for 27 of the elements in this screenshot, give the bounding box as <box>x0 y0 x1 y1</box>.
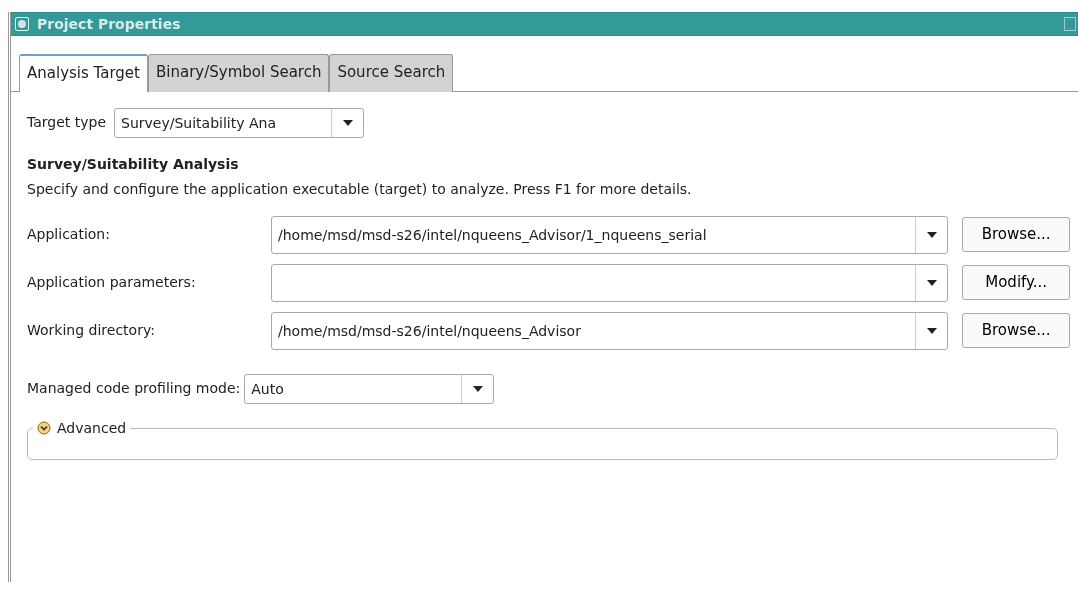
tab[interactable]: Source Search <box>329 54 454 92</box>
target-type-label: Target type <box>27 113 107 132</box>
maximize-icon[interactable] <box>1064 17 1076 31</box>
dropdown-arrow-icon <box>926 231 937 238</box>
window-title: Project Properties <box>37 14 181 34</box>
action-button[interactable]: Browse... <box>962 217 1070 252</box>
tab[interactable]: Binary/Symbol Search <box>148 54 330 92</box>
field-label: Application: <box>27 225 111 244</box>
window-icon <box>15 17 29 31</box>
dropdown-arrow-icon <box>472 385 483 392</box>
target-type-dropdown[interactable]: Survey/Suitability Ana <box>114 107 365 138</box>
tab[interactable]: Analysis Target <box>19 54 148 92</box>
expand-icon[interactable] <box>37 420 51 435</box>
advanced-label[interactable]: Advanced <box>57 417 127 438</box>
profiling-mode-dropdown[interactable]: Auto <box>244 373 495 404</box>
section-title: Survey/Suitability Analysis <box>27 154 240 174</box>
profiling-mode-label: Managed code profiling mode: <box>27 379 241 398</box>
field-label: Working directory: <box>27 321 156 340</box>
dropdown-arrow-icon <box>926 279 937 286</box>
path-combo-field[interactable]: /home/msd/msd-s26/intel/nqueens_Advisor/1_nqueens_serial <box>271 215 949 254</box>
action-button[interactable]: Modify... <box>962 265 1070 300</box>
action-button[interactable]: Browse... <box>962 313 1070 348</box>
field-label: Application parameters: <box>27 273 197 292</box>
path-combo-field[interactable]: /home/msd/msd-s26/intel/nqueens_Advisor <box>271 311 949 350</box>
section-description: Specify and configure the application executable (target) to analyze. Press F1 for more details. <box>27 179 693 199</box>
dropdown-arrow-icon <box>926 327 937 334</box>
dropdown-arrow-icon <box>342 119 353 126</box>
